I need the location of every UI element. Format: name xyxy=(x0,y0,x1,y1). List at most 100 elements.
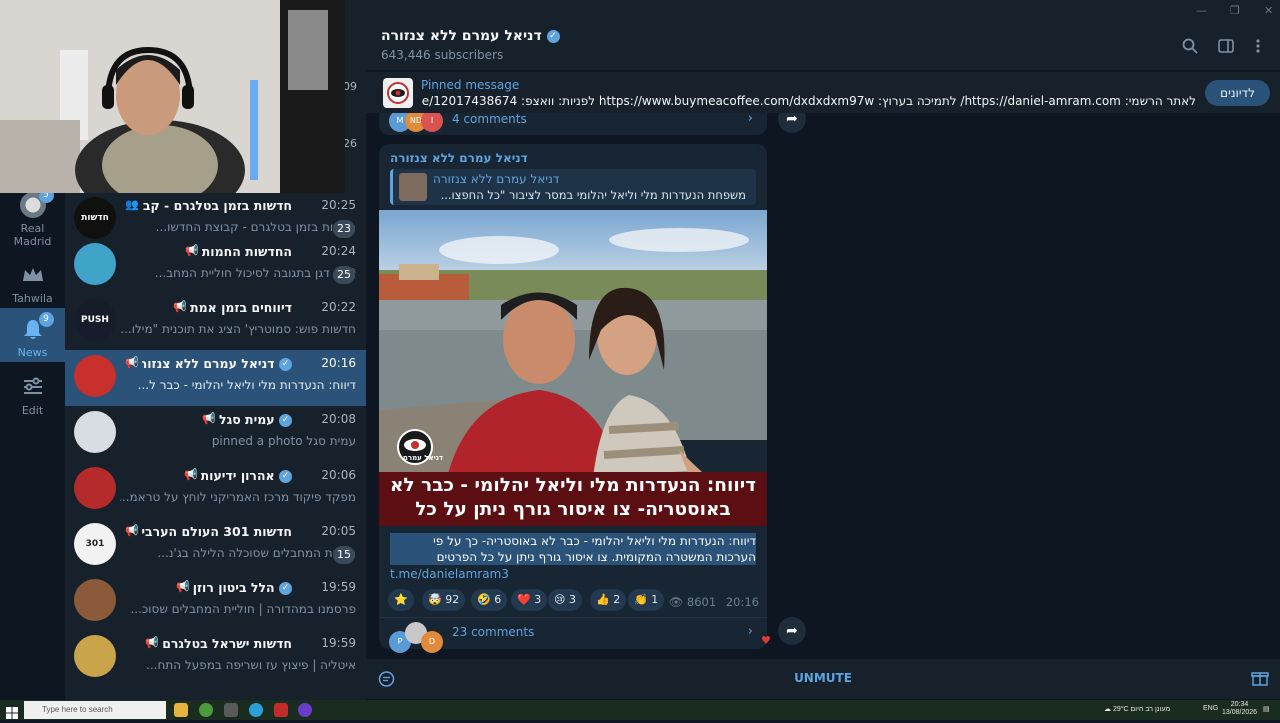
folder-edit[interactable]: Edit xyxy=(0,374,65,417)
verified-icon: ✓ xyxy=(279,358,292,371)
verified-icon: ✓ xyxy=(279,414,292,427)
reaction-count: 3 xyxy=(568,593,576,606)
chat-item[interactable]: החדשות החמות 📢 20:24 *יוסי דגן בתגובה לסיכו… xyxy=(65,238,366,294)
megaphone-icon: 📢 xyxy=(125,356,139,369)
search-icon[interactable] xyxy=(1182,38,1198,54)
reaction-chip[interactable]: 😢 3 xyxy=(548,589,582,611)
messages-area: M ND I 4 comments › ➦ דניאל עמרם ללא צנזור… xyxy=(366,113,1280,659)
chat-item[interactable]: PUSH דיווחים בזמן אמת 📢 20:22 חדשות פוש: סמו… xyxy=(65,294,366,350)
avatar: 301 xyxy=(74,523,116,565)
verified-icon: ✓ xyxy=(546,29,560,43)
folder-real-madrid[interactable]: 5 Real Madrid xyxy=(0,188,65,248)
image-watermark: דניאל עמרם xyxy=(403,454,443,462)
windows-start-icon[interactable] xyxy=(6,704,18,719)
forward-icon[interactable]: ➦ xyxy=(778,617,806,645)
taskbar-clock[interactable]: 20:34 13/08/2026 xyxy=(1222,701,1257,717)
chat-item[interactable]: ✓ אהרון ידיעות 📢 20:06 מפקד פיקוד מרכז האמר… xyxy=(65,462,366,518)
chat-preview: *יוסי דגן בתגובה לסיכול חוליית המחב... xyxy=(154,266,356,280)
chat-time: 19:59 xyxy=(321,580,356,594)
chat-preview: מפקד פיקוד מרכז האמריקני לוחץ על טראמ... xyxy=(120,490,356,504)
view-count: 8601 xyxy=(686,595,717,609)
reaction-chip[interactable]: 👍 2 xyxy=(590,589,627,611)
app-icon[interactable] xyxy=(298,703,312,717)
avatar: PUSH xyxy=(74,299,116,341)
comments-row[interactable]: PD 23 comments › xyxy=(379,617,767,653)
post-author[interactable]: דניאל עמרם ללא צנזורה xyxy=(390,151,528,165)
unmute-button[interactable]: UNMUTE xyxy=(366,671,1280,685)
commenter-avatars: M ND I xyxy=(389,113,443,132)
chat-item[interactable]: ✓ דניאל עמרם ללא צנזורה 📢 20:16 דיווח: הנעד… xyxy=(65,350,366,406)
gift-icon[interactable] xyxy=(1251,669,1269,687)
clock-time: 20:34 xyxy=(1230,701,1249,708)
more-options-icon[interactable] xyxy=(1254,38,1262,54)
close-icon[interactable]: ✕ xyxy=(1264,4,1273,17)
sidebar-toggle-icon[interactable] xyxy=(1218,38,1234,54)
chrome-icon[interactable] xyxy=(199,703,213,717)
reaction-count: 3 xyxy=(534,593,542,606)
taskbar-search-input[interactable]: Type here to search xyxy=(24,701,166,719)
chat-name: ✓ עמית סגל xyxy=(219,412,292,427)
notifications-icon[interactable]: ▤ xyxy=(1263,705,1270,713)
group-icon: 👥 xyxy=(125,198,139,211)
weather-widget[interactable]: ☁ 29°C מעונן רב היום xyxy=(1104,705,1170,713)
reaction-emoji: ⭐ xyxy=(394,593,408,606)
channel-title[interactable]: דניאל עמרם ללא צנזורה ✓ xyxy=(381,28,560,44)
chat-time: 20:25 xyxy=(321,198,356,212)
weather-text: מעונן רב היום xyxy=(1130,706,1171,713)
maximize-icon[interactable]: ❐ xyxy=(1230,4,1240,17)
chat-name-text: דניאל עמרם ללא צנזורה xyxy=(142,356,275,371)
chat-item[interactable]: ✓ עמית סגל 📢 20:08 עמית סגל pinned a photo xyxy=(65,406,366,462)
post-text: דיווח: הנעדרות מלי וליאל יהלומי - כבר לא… xyxy=(390,533,756,565)
chat-item[interactable]: חדשות ישראל בטלגרם 📢 19:59 איטליה | פיצוץ ע… xyxy=(65,630,366,686)
discussions-button[interactable]: לדיונים xyxy=(1205,80,1270,106)
reply-author: דניאל עמרם ללא צנזורה xyxy=(433,172,560,186)
chat-item[interactable]: 301 חדשות 301 העולם הערבי 📢 20:05 חוליית המח… xyxy=(65,518,366,574)
chat-preview: פרסמנו במהדורה | חוליית המחבלים שסוכ... xyxy=(130,602,356,616)
verified-icon: ✓ xyxy=(279,582,292,595)
chat-name-text: הלל ביטון רוזן xyxy=(192,580,275,595)
chat-time: 19:59 xyxy=(321,636,356,650)
reaction-count: 1 xyxy=(651,593,659,606)
reaction-chip[interactable]: ⭐ xyxy=(388,589,414,611)
verified-icon: ✓ xyxy=(279,470,292,483)
reaction-emoji: 👍 xyxy=(596,593,610,606)
language-indicator[interactable]: ENG xyxy=(1203,705,1218,712)
app-icon[interactable] xyxy=(274,703,288,717)
forward-icon[interactable]: ➦ xyxy=(778,113,806,133)
chevron-right-icon: › xyxy=(747,113,753,126)
post-link[interactable]: t.me/danielamram3 xyxy=(390,567,509,581)
telegram-icon[interactable] xyxy=(249,703,263,717)
comments-row[interactable]: M ND I 4 comments › xyxy=(379,113,767,135)
app-icon[interactable] xyxy=(224,703,238,717)
post-image[interactable]: דניאל עמרם דיווח: הנעדרות מלי וליאל יהלו… xyxy=(379,210,767,526)
minimize-icon[interactable]: — xyxy=(1196,4,1207,17)
chat-preview: דיווח: הנעדרות מלי וליאל יהלומי - כבר ל.… xyxy=(137,378,356,392)
chat-time: 20:05 xyxy=(321,524,356,538)
chat-name: החדשות החמות xyxy=(202,244,292,259)
pinned-label: Pinned message xyxy=(421,78,520,92)
bottom-bar: UNMUTE xyxy=(366,659,1280,699)
crown-icon xyxy=(20,262,46,288)
eye-icon: 👁 xyxy=(668,595,684,609)
folder-news[interactable]: 9 News xyxy=(0,308,65,362)
chat-name: חדשות ישראל בטלגרם xyxy=(162,636,292,651)
reply-quote[interactable]: דניאל עמרם ללא צנזורה משפחת הנעדרות מלי … xyxy=(390,169,756,205)
folder-badge: 9 xyxy=(38,312,54,327)
comments-count: 4 comments xyxy=(452,113,527,126)
chat-item[interactable]: ✓ הלל ביטון רוזן 📢 19:59 פרסמנו במהדורה | ח… xyxy=(65,574,366,630)
reaction-chip[interactable]: 🤣 6 xyxy=(471,589,508,611)
folder-tahwila[interactable]: Tahwila xyxy=(0,262,65,305)
file-explorer-icon[interactable] xyxy=(174,703,188,717)
bell-icon: 9 xyxy=(20,312,54,342)
commenter-avatars: PD xyxy=(389,622,443,653)
folder-label: News xyxy=(17,346,48,359)
webcam-overlay xyxy=(0,0,345,193)
chat-time: 20:08 xyxy=(321,412,356,426)
reaction-chip[interactable]: 👏 1 xyxy=(628,589,665,611)
folder-label: Edit xyxy=(21,404,44,417)
reaction-chip[interactable]: 🤯 92 xyxy=(422,589,466,611)
pinned-message-bar[interactable]: Pinned message לאתר הרשמי: https://danie… xyxy=(366,71,1280,113)
sliders-icon xyxy=(20,374,46,400)
reaction-chip[interactable]: ❤️ 3 xyxy=(511,589,548,611)
chat-name: ✓ הלל ביטון רוזן xyxy=(193,580,292,595)
